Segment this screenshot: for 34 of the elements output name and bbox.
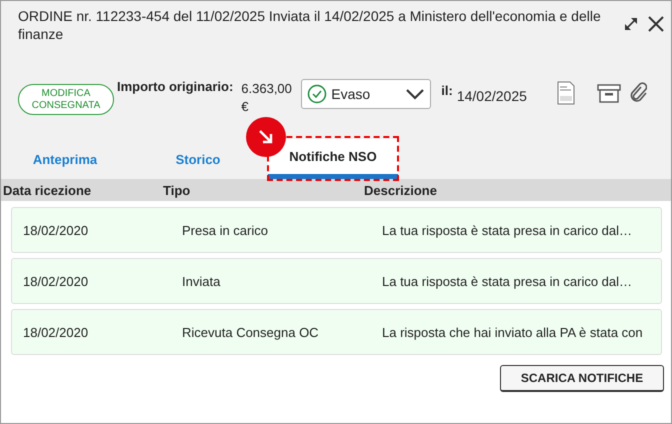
table-cell-text: 18/02/2020 (22, 222, 90, 238)
table-row[interactable]: 18/02/2020 Inviata La tua risposta è stata presa in carico dal… (11, 258, 662, 304)
tab[interactable]: Storico (128, 139, 268, 179)
table-cell-text: La tua risposta è stata presa in carico dal… (382, 274, 634, 288)
chevron-down-icon[interactable] (405, 88, 426, 100)
tab[interactable]: Anteprima (2, 139, 128, 179)
paperclip-icon[interactable] (628, 81, 647, 103)
table-cell-text: 18/02/2020 (22, 274, 90, 288)
archive-box-icon[interactable] (596, 83, 621, 103)
table-cell-text: Inviata (182, 274, 222, 288)
status-dropdown[interactable]: Evaso (301, 79, 432, 109)
amount-value: 6.363,00 € (241, 80, 293, 116)
column-header: Tipo (163, 182, 192, 198)
table-cell-text: La risposta che hai inviato alla PA è stata con (382, 324, 644, 340)
check-circle-icon[interactable] (307, 84, 328, 104)
expand-icon[interactable] (623, 16, 639, 32)
close-icon[interactable] (647, 15, 665, 33)
amount-label: Importo originario: (117, 79, 234, 94)
table-cell-text: Presa in carico (182, 222, 269, 238)
date-value: 14/02/2025 (456, 88, 527, 104)
table-row[interactable]: 18/02/2020 Ricevuta Consegna OC La risposta che hai inviato alla PA è stata con (11, 309, 662, 355)
date-label: il: (441, 83, 453, 98)
column-header: Descrizione (364, 182, 437, 198)
table-row[interactable]: 18/02/2020 Presa in carico La tua risposta è stata presa in carico dal… (11, 207, 662, 253)
arrow-badge-icon (246, 117, 286, 157)
download-button[interactable]: SCARICA NOTIFICHE (500, 365, 664, 392)
modifica-badge[interactable]: MODIFICA CONSEGNATA (18, 84, 114, 115)
tab[interactable]: Notifiche NSO (268, 139, 398, 179)
column-header: Data ricezione (2, 182, 92, 198)
table-cell-text: La tua risposta è stata presa in carico dal… (382, 222, 634, 238)
dialog-title: ORDINE nr. 112233-454 del 11/02/2025 Inviata il 14/02/2025 a Ministero dell'economia e delle finanze (18, 7, 602, 43)
table-cell-text: 18/02/2020 (22, 324, 90, 340)
table-cell-text: Ricevuta Consegna OC (182, 324, 320, 340)
pdf-file-icon[interactable] (556, 81, 575, 105)
